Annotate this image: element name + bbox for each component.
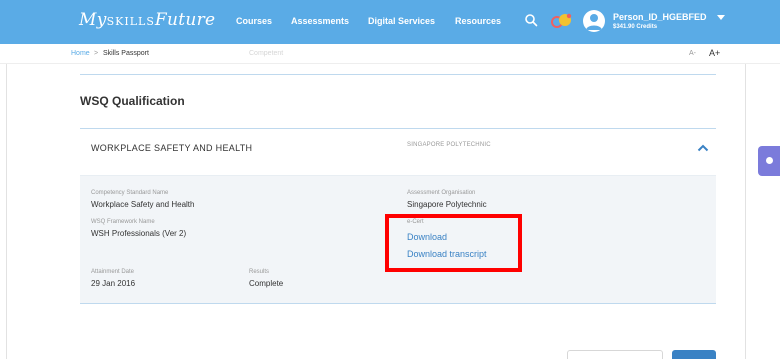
logo-mid: SKILLS [106, 15, 155, 28]
faded-header-text: Competent [249, 50, 284, 57]
logo-suffix: Future [154, 10, 216, 30]
logo-prefix: My [79, 10, 107, 30]
chevron-down-icon[interactable] [717, 15, 725, 20]
highlight-box [385, 214, 522, 272]
assessment-org-label: Assessment Organisation [407, 190, 476, 196]
side-tab-icon [766, 157, 773, 164]
section-title: WSQ Qualification [80, 94, 185, 108]
side-feedback-tab[interactable] [758, 146, 780, 176]
nav-resources[interactable]: Resources [455, 16, 501, 26]
assessment-org-value: Singapore Polytechnic [407, 200, 487, 209]
user-name[interactable]: Person_ID_HGEBFED [613, 12, 707, 22]
section-divider [80, 74, 716, 75]
user-avatar-icon[interactable] [583, 10, 605, 32]
breadcrumb-home[interactable]: Home [71, 50, 90, 57]
top-navigation-bar: MySKILLSFuture Courses Assessments Digit… [0, 0, 780, 44]
framework-value: WSH Professionals (Ver 2) [91, 229, 187, 238]
framework-label: WSQ Framework Name [91, 219, 155, 225]
nav-courses[interactable]: Courses [236, 16, 272, 26]
font-decrease-button[interactable]: A- [689, 50, 696, 57]
page-border-right [745, 64, 746, 359]
search-icon[interactable] [524, 13, 538, 27]
primary-button[interactable] [672, 350, 716, 359]
breadcrumb-separator: > [94, 50, 99, 57]
myskillsfuture-logo[interactable]: MySKILLSFuture [79, 10, 215, 30]
breadcrumb-current: Skills Passport [103, 50, 149, 57]
user-credits: $341.90 Credits [613, 24, 658, 30]
competency-value: Workplace Safety and Health [91, 200, 195, 209]
qualification-card-header[interactable]: WORKPLACE SAFETY AND HEALTH SINGAPORE PO… [80, 128, 716, 176]
attainment-date-value: 29 Jan 2016 [91, 279, 136, 288]
qualification-provider: SINGAPORE POLYTECHNIC [407, 142, 491, 148]
competency-label: Competency Standard Name [91, 190, 169, 196]
secondary-button[interactable] [567, 350, 663, 359]
nav-digital-services[interactable]: Digital Services [368, 16, 435, 26]
qualification-title: WORKPLACE SAFETY AND HEALTH [91, 143, 253, 153]
results-label: Results [249, 269, 270, 275]
page-border-left [6, 64, 7, 359]
font-increase-button[interactable]: A+ [709, 48, 720, 58]
nav-assessments[interactable]: Assessments [291, 16, 349, 26]
chevron-up-icon[interactable] [697, 144, 709, 152]
attainment-date-label: Attainment Date [91, 269, 135, 275]
breadcrumb: Home > Skills Passport Competent A- A+ [0, 44, 780, 64]
notification-badge-icon[interactable] [550, 11, 574, 31]
results-value: Complete [249, 279, 284, 288]
